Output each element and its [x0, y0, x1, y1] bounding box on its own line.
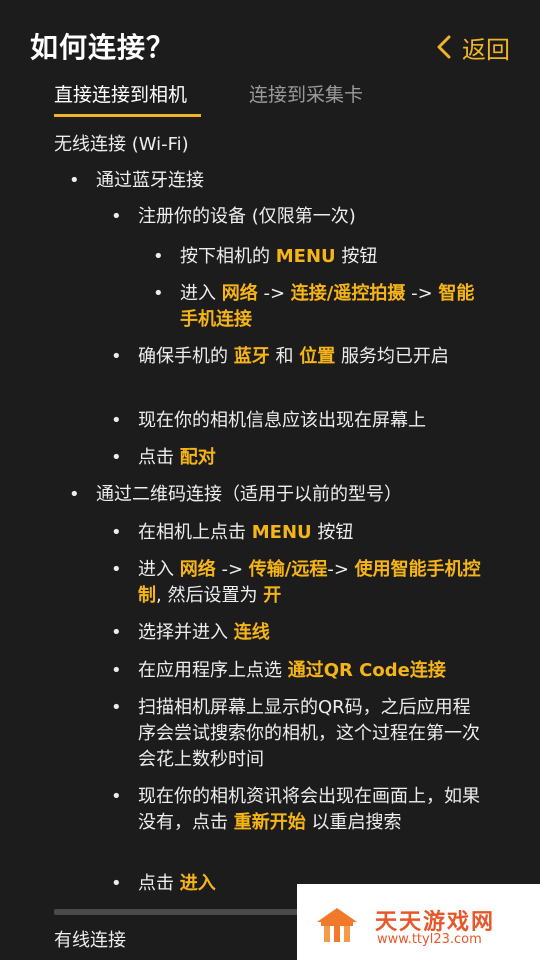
list-item-app-qr: • 在应用程序上点选 通过QR Code连接	[111, 660, 446, 681]
text: 扫描相机屏幕上显示的QR码，之后应用程序会尝试搜索你的相机，这个过程在第一次会花…	[138, 697, 480, 770]
text: 在应用程序上点选	[138, 660, 282, 681]
page-title: 如何连接？	[30, 31, 176, 64]
list-item-select-link: • 选择并进入 连线	[111, 622, 270, 643]
list-item-click-enter: • 点击 进入	[111, 873, 216, 894]
list-item-info-restart: • 现在你的相机资讯将会出现在画面上，如果没有，点击 重新开始 以重启搜索	[111, 786, 480, 833]
back-button[interactable]: 返回	[436, 30, 510, 64]
menu-highlight: MENU	[275, 246, 336, 267]
arrow-text: ->	[411, 283, 433, 304]
text: 按下相机的	[180, 246, 270, 267]
text: 点击	[138, 873, 174, 894]
enter-highlight: 进入	[179, 873, 216, 894]
list-item-scan: • 扫描相机屏幕上显示的QR码，之后应用程序会尝试搜索你的相机，这个过程在第一次会…	[111, 697, 480, 770]
text: 进入	[138, 559, 174, 580]
text: 按钮	[341, 246, 378, 267]
text: 和	[275, 346, 294, 367]
list-item-qr-press-menu: • 在相机上点击 MENU 按钮	[111, 522, 354, 543]
list-item-info-appear: • 现在你的相机信息应该出现在屏幕上	[111, 410, 426, 431]
list-item-bluetooth: • 通过蓝牙连接	[69, 170, 204, 191]
text: 以重启搜索	[311, 812, 402, 833]
list-item-register: • 注册你的设备 (仅限第一次)	[111, 206, 356, 227]
watermark-url: www.ttyl23.com	[377, 932, 482, 947]
menu-highlight: MENU	[251, 522, 312, 543]
watermark-logo-icon	[317, 908, 357, 942]
text: 服务均已开启	[340, 346, 449, 367]
section-wired: 有线连接	[54, 930, 126, 951]
register-text: 注册你的设备 (仅限第一次)	[138, 206, 356, 227]
bluetooth-title: 通过蓝牙连接	[96, 170, 204, 191]
restart-highlight: 重新开始	[233, 812, 306, 833]
text: 在相机上点击	[138, 522, 246, 543]
on-highlight: 开	[263, 585, 282, 606]
list-item-qr: • 通过二维码连接（适用于以前的型号）	[69, 484, 402, 505]
qr-title: 通过二维码连接（适用于以前的型号）	[96, 484, 402, 505]
bluetooth-highlight: 蓝牙	[233, 346, 270, 367]
location-highlight: 位置	[299, 346, 336, 367]
text: 按钮	[317, 522, 354, 543]
text: 点击	[138, 447, 174, 468]
network-highlight: 网络	[221, 283, 258, 304]
qr-code-highlight: 通过QR Code连接	[287, 660, 446, 681]
list-item-qr-enter-network: • 进入 网络 -> 传输/远程-> 使用智能手机控制, 然后设置为 开	[111, 559, 481, 606]
content[interactable]: 无线连接 (Wi-Fi) • 通过蓝牙连接 • 注册你的设备 (仅限第一次) • 按下…	[0, 128, 540, 960]
remote-highlight: 连接/遥控拍摄	[290, 283, 406, 304]
watermark: 天天游戏网 www.ttyl23.com	[297, 884, 540, 960]
pair-highlight: 配对	[179, 447, 216, 468]
screen: 如何连接？ 返回 直接连接到相机 连接到采集卡 无线连接 (Wi-Fi) • 通过…	[0, 0, 540, 960]
text: 现在你的相机资讯将会出现在画面上，如果没有，点击	[138, 786, 480, 833]
tab-bar: 直接连接到相机 连接到采集卡	[0, 74, 540, 124]
network-highlight: 网络	[179, 559, 216, 580]
text: 确保手机的	[138, 346, 228, 367]
list-item-click-pair: • 点击 配对	[111, 447, 216, 468]
text: , 然后设置为	[156, 585, 258, 606]
text: 选择并进入	[138, 622, 228, 643]
arrow-text: ->	[221, 559, 244, 580]
active-tab-indicator	[54, 114, 201, 117]
transfer-highlight: 传输/远程	[248, 559, 328, 580]
tab-direct-camera[interactable]: 直接连接到相机	[54, 80, 187, 107]
list-item-enter-network: • 进入 网络 -> 连接/遥控拍摄 -> 智能手机连接	[153, 283, 475, 330]
text: 进入	[180, 283, 216, 304]
header: 如何连接？ 返回	[0, 0, 540, 80]
text: 现在你的相机信息应该出现在屏幕上	[138, 410, 426, 431]
link-highlight: 连线	[233, 622, 270, 643]
arrow-text: ->	[327, 559, 349, 580]
chevron-left-icon	[437, 35, 451, 59]
arrow-text: ->	[263, 283, 286, 304]
list-item-ensure: • 确保手机的 蓝牙 和 位置 服务均已开启	[111, 346, 449, 367]
list-item-press-menu: • 按下相机的 MENU 按钮	[153, 246, 378, 267]
section-wifi: 无线连接 (Wi-Fi)	[54, 134, 189, 155]
back-label: 返回	[462, 35, 510, 64]
tab-capture-card[interactable]: 连接到采集卡	[249, 80, 363, 107]
